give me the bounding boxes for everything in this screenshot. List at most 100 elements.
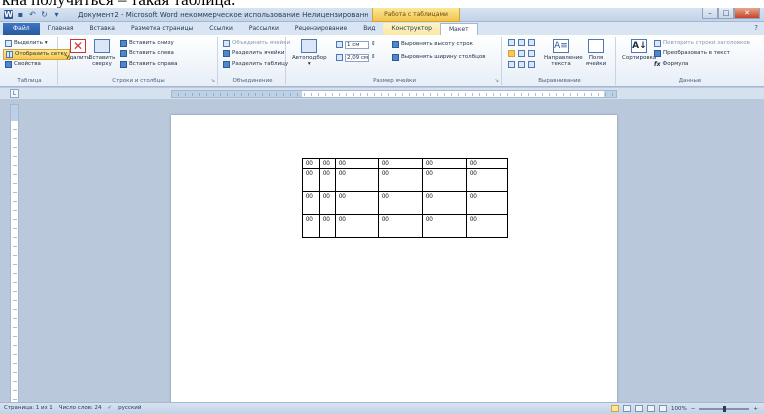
tab-references[interactable]: Ссылки bbox=[201, 23, 241, 35]
undo-icon[interactable]: ↶ bbox=[28, 10, 37, 19]
tab-insert[interactable]: Вставка bbox=[82, 23, 123, 35]
insert-above-button[interactable]: Вставить сверху bbox=[88, 39, 116, 67]
tab-mailings[interactable]: Рассылки bbox=[241, 23, 287, 35]
table-cell[interactable]: 00 bbox=[302, 168, 320, 192]
zoom-slider[interactable] bbox=[699, 405, 750, 412]
word-count[interactable]: Число слов: 24 bbox=[59, 405, 102, 411]
tab-selector-icon[interactable]: L bbox=[10, 89, 19, 98]
help-icon[interactable]: ? bbox=[754, 24, 758, 32]
outline-view-button[interactable] bbox=[647, 405, 656, 412]
align-middle-right-icon[interactable] bbox=[528, 50, 535, 57]
split-table-button[interactable]: Разделить таблицу bbox=[223, 60, 288, 69]
repeat-header-rows-button[interactable]: Повторить строки заголовков bbox=[654, 39, 750, 48]
align-bottom-left-icon[interactable] bbox=[508, 61, 515, 68]
language[interactable]: русский bbox=[118, 405, 141, 411]
convert-to-text-button[interactable]: Преобразовать в текст bbox=[654, 49, 730, 58]
insert-right-button[interactable]: Вставить справа bbox=[120, 60, 177, 69]
properties-button[interactable]: Свойства bbox=[5, 60, 41, 69]
table-cell[interactable]: 00 bbox=[422, 158, 467, 169]
table-cell[interactable]: 00 bbox=[335, 214, 379, 238]
print-layout-view-button[interactable] bbox=[611, 405, 620, 412]
full-screen-view-button[interactable] bbox=[623, 405, 632, 412]
tab-view[interactable]: Вид bbox=[355, 23, 383, 35]
table-cell[interactable]: 00 bbox=[422, 214, 467, 238]
sort-button[interactable]: A↓ Сортировка bbox=[622, 39, 656, 61]
row-height-input[interactable]: 1 см bbox=[345, 40, 369, 49]
column-width-field[interactable]: 2,09 см ⇕ bbox=[336, 53, 376, 62]
document-area[interactable]: 00 00 00 00 00 00 00 00 00 00 00 00 00 00 00 00 00 00 00 00… bbox=[20, 99, 764, 414]
align-middle-left-icon[interactable] bbox=[508, 50, 515, 57]
group-table: Выделить ▾ Отобразить сетку Свойства Таб… bbox=[2, 37, 71, 85]
formula-button[interactable]: fx Формула bbox=[654, 60, 688, 69]
table-cell[interactable]: 00 bbox=[335, 191, 379, 215]
tab-design[interactable]: Конструктор bbox=[383, 23, 440, 35]
table-cell[interactable]: 00 bbox=[378, 158, 423, 169]
merge-cells-button[interactable]: Объединить ячейки bbox=[223, 39, 290, 48]
table-cell[interactable]: 00 bbox=[466, 214, 508, 238]
qat-dropdown-icon[interactable]: ▾ bbox=[52, 10, 61, 19]
gridlines-icon bbox=[6, 51, 13, 58]
vertical-ruler[interactable] bbox=[10, 104, 19, 405]
align-top-right-icon[interactable] bbox=[528, 39, 535, 46]
document-page[interactable]: 00 00 00 00 00 00 00 00 00 00 00 00 00 00 00 00 00 00 00 00… bbox=[171, 115, 617, 414]
spinner-icon[interactable]: ⇕ bbox=[371, 40, 376, 49]
zoom-level[interactable]: 100% bbox=[671, 406, 687, 412]
insert-left-button[interactable]: Вставить слева bbox=[120, 49, 174, 58]
document-table[interactable]: 00 00 00 00 00 00 00 00 00 00 00 00 00 00 00 00 00 00 00 00… bbox=[302, 158, 508, 238]
table-cell[interactable]: 00 bbox=[378, 168, 423, 192]
zoom-out-icon[interactable]: − bbox=[691, 406, 696, 412]
cell-size-launcher-icon[interactable]: ↘ bbox=[495, 78, 499, 84]
table-cell[interactable]: 00 bbox=[319, 158, 336, 169]
distribute-columns-button[interactable]: Выровнять ширину столбцов bbox=[392, 53, 485, 62]
page-count[interactable]: Страница: 1 из 1 bbox=[4, 405, 53, 411]
align-bottom-right-icon[interactable] bbox=[528, 61, 535, 68]
autofit-button[interactable]: Автоподбор ▾ bbox=[292, 39, 327, 67]
delete-button[interactable]: ✕ Удалить bbox=[66, 39, 90, 61]
table-cell[interactable]: 00 bbox=[302, 191, 320, 215]
tab-page-layout[interactable]: Разметка страницы bbox=[123, 23, 201, 35]
table-cell[interactable]: 00 bbox=[422, 191, 467, 215]
web-layout-view-button[interactable] bbox=[635, 405, 644, 412]
table-cell[interactable]: 00 bbox=[302, 214, 320, 238]
table-cell[interactable]: 00 bbox=[319, 191, 336, 215]
draft-view-button[interactable] bbox=[659, 405, 668, 412]
rows-columns-launcher-icon[interactable]: ↘ bbox=[211, 78, 215, 84]
table-cell[interactable]: 00 bbox=[302, 158, 320, 169]
horizontal-ruler[interactable] bbox=[171, 90, 617, 98]
zoom-in-icon[interactable]: + bbox=[753, 406, 758, 412]
table-cell[interactable]: 00 bbox=[378, 191, 423, 215]
table-cell[interactable]: 00 bbox=[319, 214, 336, 238]
redo-icon[interactable]: ↻ bbox=[40, 10, 49, 19]
row-height-field[interactable]: 1 см ⇕ bbox=[336, 40, 376, 49]
table-cell[interactable]: 00 bbox=[378, 214, 423, 238]
align-middle-center-icon[interactable] bbox=[518, 50, 525, 57]
cell-margins-button[interactable]: Поля ячейки bbox=[584, 39, 608, 67]
tab-home[interactable]: Главная bbox=[40, 23, 82, 35]
table-cell[interactable]: 00 bbox=[319, 168, 336, 192]
align-top-left-icon[interactable] bbox=[508, 39, 515, 46]
table-cell[interactable]: 00 bbox=[466, 191, 508, 215]
select-button[interactable]: Выделить ▾ bbox=[5, 39, 48, 48]
proofing-icon[interactable]: ✓ bbox=[108, 405, 113, 411]
table-cell[interactable]: 00 bbox=[466, 168, 508, 192]
tab-review[interactable]: Рецензирование bbox=[287, 23, 355, 35]
align-bottom-center-icon[interactable] bbox=[518, 61, 525, 68]
text-direction-button[interactable]: A≡ Направление текста bbox=[544, 39, 583, 67]
save-icon[interactable]: ▪ bbox=[16, 10, 25, 19]
table-cell[interactable]: 00 bbox=[466, 158, 508, 169]
table-cell[interactable]: 00 bbox=[335, 158, 379, 169]
tab-layout[interactable]: Макет bbox=[439, 23, 478, 35]
tab-file[interactable]: Файл bbox=[3, 23, 40, 35]
distribute-rows-button[interactable]: Выровнять высоту строк bbox=[392, 40, 473, 49]
table-cell[interactable]: 00 bbox=[335, 168, 379, 192]
close-button[interactable]: ✕ bbox=[734, 8, 760, 19]
split-cells-button[interactable]: Разделить ячейки bbox=[223, 49, 285, 58]
maximize-button[interactable]: □ bbox=[718, 8, 734, 19]
zoom-slider-thumb[interactable] bbox=[723, 405, 727, 412]
align-top-center-icon[interactable] bbox=[518, 39, 525, 46]
spinner-icon[interactable]: ⇕ bbox=[371, 53, 376, 62]
insert-below-button[interactable]: Вставить снизу bbox=[120, 39, 174, 48]
column-width-input[interactable]: 2,09 см bbox=[345, 53, 369, 62]
table-cell[interactable]: 00 bbox=[422, 168, 467, 192]
minimize-button[interactable]: – bbox=[702, 8, 718, 19]
